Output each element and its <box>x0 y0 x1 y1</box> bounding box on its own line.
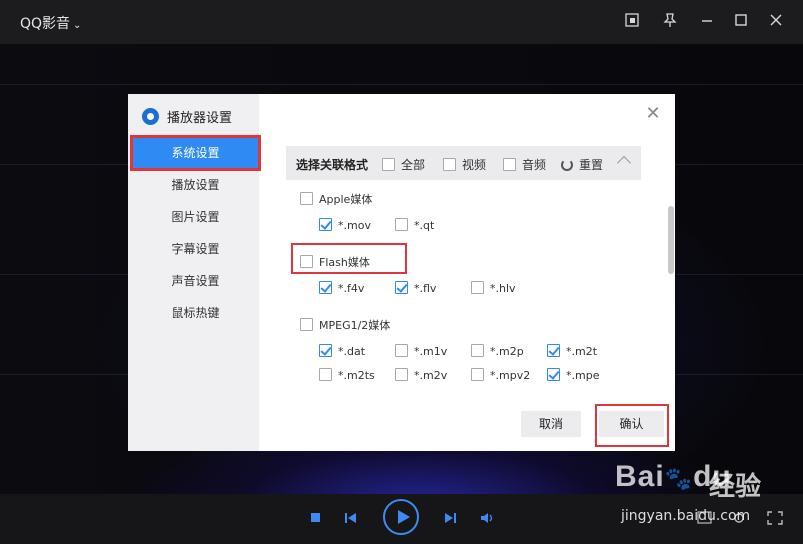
format-checkbox[interactable]: *.qt <box>395 218 434 232</box>
format-checkbox[interactable]: *.m2ts <box>319 368 375 382</box>
group-apple-checkbox[interactable]: Apple媒体 <box>300 191 372 207</box>
nav-mouse-hotkeys[interactable]: 鼠标热键 <box>132 297 259 329</box>
format-header: 选择关联格式 全部 视频 音频 重置 <box>286 146 641 180</box>
reset-label: 重置 <box>579 158 604 172</box>
qq-player-logo-icon <box>142 108 159 125</box>
jingyan-url: jingyan.baidu.com <box>621 508 751 524</box>
stage-scanline <box>0 84 803 85</box>
select-all-checkbox[interactable]: 全部 <box>382 156 425 173</box>
checkbox-icon <box>471 281 484 294</box>
checkbox-icon <box>300 192 313 205</box>
select-all-label: 全部 <box>401 158 426 172</box>
close-icon[interactable] <box>766 12 786 32</box>
checkbox-icon <box>395 344 408 357</box>
group-mpeg-label: MPEG1/2媒体 <box>319 319 391 332</box>
pin-icon[interactable] <box>660 12 680 32</box>
format-label: *.mov <box>338 219 371 232</box>
format-checkbox[interactable]: *.m2p <box>471 344 524 358</box>
format-label: *.m2p <box>490 345 524 358</box>
format-checkbox[interactable]: *.f4v <box>319 281 364 295</box>
checkbox-icon <box>300 318 313 331</box>
format-label: *.dat <box>338 345 366 358</box>
flash-media-highlight <box>291 243 407 274</box>
nav-system-settings[interactable]: 系统设置 <box>130 135 261 171</box>
jingyan-text: 经验 <box>709 472 762 502</box>
reset-button[interactable]: 重置 <box>561 156 603 173</box>
app-title: QQ影音 <box>20 16 71 32</box>
format-checkbox[interactable]: *.hlv <box>471 281 516 295</box>
nav-subtitle-settings[interactable]: 字幕设置 <box>132 233 259 265</box>
format-label: *.m2ts <box>338 369 375 382</box>
checkbox-checked-icon <box>395 281 408 294</box>
nav-sound-settings[interactable]: 声音设置 <box>132 265 259 297</box>
settings-sidebar: 播放器设置 系统设置 播放设置 图片设置 字幕设置 声音设置 鼠标热键 <box>128 94 261 451</box>
play-button[interactable] <box>383 499 419 535</box>
chevron-up-icon[interactable] <box>616 155 632 171</box>
player-settings-dialog: 播放器设置 系统设置 播放设置 图片设置 字幕设置 声音设置 鼠标热键 ✕ 选择… <box>128 94 675 451</box>
dialog-close-button[interactable]: ✕ <box>644 105 662 123</box>
previous-icon[interactable] <box>344 511 358 528</box>
format-label: *.hlv <box>490 282 516 295</box>
checkbox-checked-icon <box>547 344 560 357</box>
checkbox-checked-icon <box>319 218 332 231</box>
format-checkbox[interactable]: *.m2v <box>395 368 447 382</box>
format-checkbox[interactable]: *.m1v <box>395 344 447 358</box>
checkbox-icon <box>443 158 456 171</box>
screenshot-icon[interactable] <box>622 12 642 32</box>
format-label: *.f4v <box>338 282 365 295</box>
content-scrollbar[interactable] <box>668 206 674 274</box>
nav-playback-settings[interactable]: 播放设置 <box>132 169 259 201</box>
refresh-icon <box>561 159 573 171</box>
format-label: *.mpe <box>566 369 600 382</box>
next-icon[interactable] <box>443 511 457 528</box>
format-label: *.flv <box>414 282 437 295</box>
baidu-logo-text: Bai <box>615 460 665 493</box>
checkbox-checked-icon <box>547 368 560 381</box>
minimize-icon[interactable] <box>697 12 717 32</box>
format-label: *.m2t <box>566 345 598 358</box>
format-checkbox[interactable]: *.dat <box>319 344 365 358</box>
checkbox-icon <box>471 368 484 381</box>
format-checkbox[interactable]: *.m2t <box>547 344 597 358</box>
checkbox-icon <box>471 344 484 357</box>
volume-icon[interactable] <box>480 511 496 528</box>
checkbox-checked-icon <box>319 344 332 357</box>
dialog-title: 播放器设置 <box>142 107 232 127</box>
format-label: *.m1v <box>414 345 448 358</box>
select-audio-label: 音频 <box>522 158 547 172</box>
format-checkbox[interactable]: *.mpv2 <box>471 368 530 382</box>
paw-icon: 🐾 <box>664 466 694 491</box>
dialog-title-text: 播放器设置 <box>167 111 233 126</box>
play-icon <box>398 510 410 524</box>
checkbox-icon <box>319 368 332 381</box>
checkbox-icon <box>503 158 516 171</box>
format-label: *.qt <box>414 219 435 232</box>
app-title-menu[interactable]: QQ影音 ⌄ <box>20 13 81 33</box>
checkbox-icon <box>382 158 395 171</box>
group-mpeg-checkbox[interactable]: MPEG1/2媒体 <box>300 317 390 333</box>
baidu-jingyan-watermark: Bai🐾du 经验 jingyan.baidu.com <box>615 454 795 534</box>
confirm-button[interactable]: 确认 <box>599 411 664 437</box>
checkbox-icon <box>395 368 408 381</box>
select-video-checkbox[interactable]: 视频 <box>443 156 486 173</box>
format-checkbox[interactable]: *.mpe <box>547 368 599 382</box>
group-apple-label: Apple媒体 <box>319 193 373 206</box>
select-audio-checkbox[interactable]: 音频 <box>503 156 546 173</box>
checkbox-checked-icon <box>319 281 332 294</box>
player-titlebar: QQ影音 ⌄ <box>0 0 803 44</box>
format-label: *.m2v <box>414 369 448 382</box>
checkbox-icon <box>395 218 408 231</box>
format-checkbox[interactable]: *.flv <box>395 281 436 295</box>
format-checkbox[interactable]: *.mov <box>319 218 371 232</box>
nav-image-settings[interactable]: 图片设置 <box>132 201 259 233</box>
format-header-title: 选择关联格式 <box>296 158 369 172</box>
format-label: *.mpv2 <box>490 369 531 382</box>
chevron-down-icon: ⌄ <box>73 20 82 31</box>
cancel-button[interactable]: 取消 <box>521 411 581 437</box>
select-video-label: 视频 <box>462 158 487 172</box>
maximize-icon[interactable] <box>731 12 751 32</box>
stop-icon[interactable] <box>310 512 322 527</box>
